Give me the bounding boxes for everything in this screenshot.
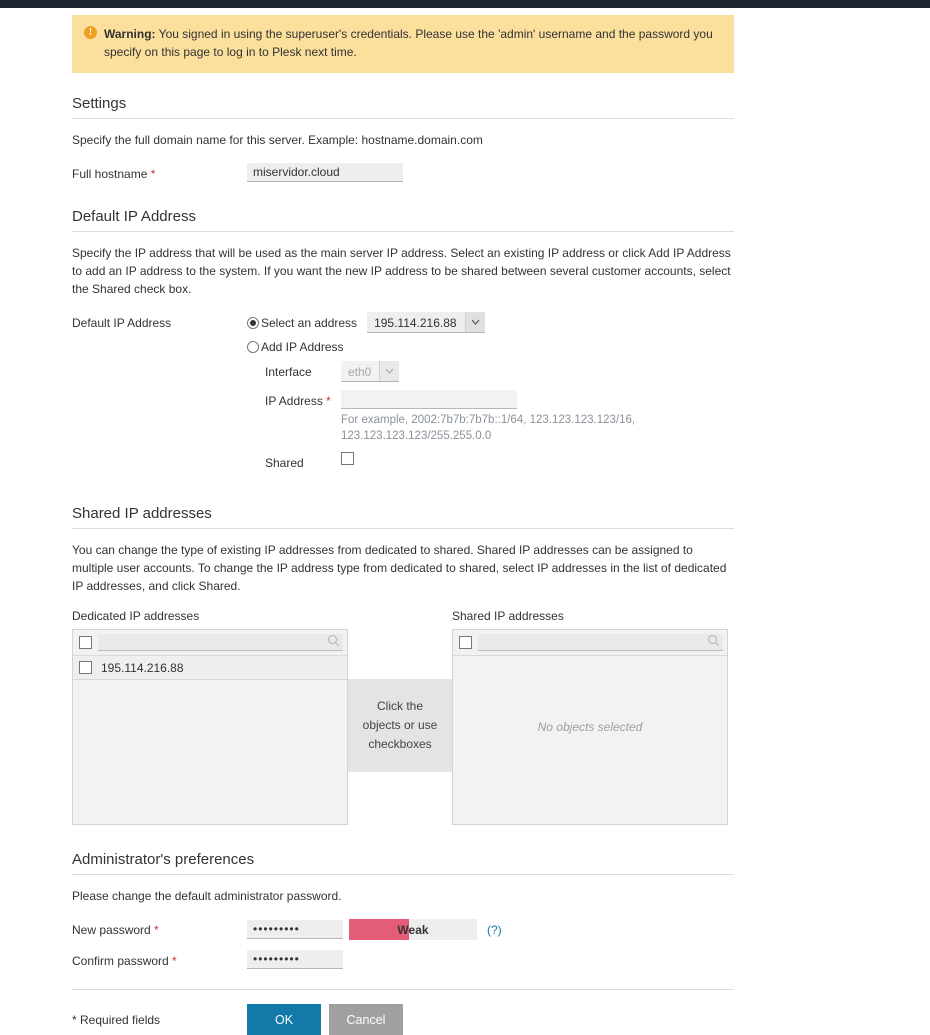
confirm-password-input[interactable] — [247, 950, 343, 969]
admin-preferences-heading: Administrator's preferences — [72, 851, 734, 875]
ok-button[interactable]: OK — [247, 1004, 321, 1035]
new-password-row: New password * Weak (?) — [72, 919, 734, 940]
interface-select[interactable]: eth0 — [341, 361, 400, 382]
top-bar — [0, 0, 930, 8]
select-address-option[interactable]: Select an address 195.114.216.88 — [247, 312, 734, 333]
dedicated-search[interactable] — [98, 634, 343, 651]
shared-label: Shared — [265, 456, 304, 470]
ip-address-hint: For example, 2002:7b7b:7b7b::1/64, 123.1… — [341, 414, 636, 442]
interface-label: Interface — [265, 365, 312, 379]
add-address-option[interactable]: Add IP Address — [247, 340, 734, 354]
dedicated-listbox: 195.114.216.88 — [72, 629, 348, 825]
default-ip-controls: Select an address 195.114.216.88 Add IP … — [247, 312, 734, 479]
admin-preferences-description: Please change the default administrator … — [72, 889, 342, 903]
shared-list-title: Shared IP addresses — [452, 609, 564, 623]
shared-ips-heading: Shared IP addresses — [72, 505, 734, 529]
password-strength-meter: Weak — [349, 919, 477, 940]
dedicated-list-header — [73, 630, 347, 656]
content-column: ! Warning: You signed in using the super… — [72, 15, 734, 1035]
settings-description: Specify the full domain name for this se… — [72, 133, 483, 147]
shared-ips-description: You can change the type of existing IP a… — [72, 543, 727, 593]
shared-list-empty-text: No objects selected — [537, 720, 643, 734]
list-item-checkbox[interactable] — [79, 661, 92, 674]
dedicated-select-all-checkbox[interactable] — [79, 636, 92, 649]
required-fields-note: * Required fields — [72, 1012, 161, 1027]
hostname-label-text: Full hostname — [72, 167, 148, 181]
search-icon[interactable] — [327, 634, 340, 650]
shared-select-all-checkbox[interactable] — [459, 636, 472, 649]
default-ip-heading: Default IP Address — [72, 208, 734, 232]
shared-list-header — [453, 630, 727, 656]
interface-control: eth0 — [341, 361, 400, 382]
cancel-button[interactable]: Cancel — [329, 1004, 403, 1035]
required-asterisk: * — [154, 923, 159, 937]
confirm-password-control — [247, 950, 734, 969]
shared-search-input[interactable] — [482, 634, 707, 650]
confirm-password-row: Confirm password * — [72, 950, 734, 969]
required-asterisk: * — [150, 167, 156, 181]
settings-heading: Settings — [72, 95, 734, 119]
search-icon[interactable] — [707, 634, 720, 650]
list-item-label: 195.114.216.88 — [101, 660, 184, 675]
dedicated-list-title: Dedicated IP addresses — [72, 609, 200, 623]
default-ip-description: Specify the IP address that will be used… — [72, 246, 731, 296]
password-strength-label: Weak — [397, 922, 429, 937]
radio-add-address-icon[interactable] — [247, 341, 259, 353]
address-select-value: 195.114.216.88 — [374, 316, 457, 330]
warning-exclamation-icon: ! — [84, 26, 97, 39]
new-password-control: Weak (?) — [247, 919, 734, 940]
shared-control — [341, 452, 354, 468]
chevron-down-icon[interactable] — [379, 361, 400, 381]
warning-banner: ! Warning: You signed in using the super… — [72, 15, 734, 73]
shared-checkbox[interactable] — [341, 452, 354, 465]
ip-address-row: IP Address * For example, 2002:7b7b:7b7b… — [265, 390, 734, 444]
add-address-label: Add IP Address — [261, 340, 344, 354]
shared-column: Shared IP addresses No objects selected — [452, 609, 728, 825]
warning-bold-prefix: Warning: — [104, 27, 156, 41]
ip-address-input[interactable] — [341, 390, 517, 409]
ip-address-label-text: IP Address — [265, 394, 323, 408]
confirm-password-label-text: Confirm password — [72, 954, 169, 968]
hostname-input[interactable] — [247, 163, 403, 182]
new-password-label: New password * — [72, 919, 247, 938]
warning-message: You signed in using the superuser's cred… — [104, 27, 713, 59]
password-help-link[interactable]: (?) — [487, 923, 502, 937]
shared-listbox: No objects selected — [452, 629, 728, 825]
ip-address-label: IP Address * — [265, 390, 341, 409]
dedicated-column: Dedicated IP addresses 195.114.216.88 — [72, 609, 348, 825]
transfer-hint: Click the objects or use checkboxes — [348, 679, 452, 772]
dedicated-search-input[interactable] — [102, 634, 327, 650]
interface-select-value: eth0 — [348, 365, 372, 379]
page-body: ! Warning: You signed in using the super… — [0, 15, 930, 1035]
add-ip-subform: Interface eth0 IP Address * For example,… — [265, 361, 734, 471]
required-asterisk: * — [172, 954, 177, 968]
hostname-row: Full hostname * — [72, 163, 734, 182]
hostname-control — [247, 163, 734, 182]
shared-row: Shared — [265, 452, 734, 471]
dual-list: Dedicated IP addresses 195.114.216.88 Cl… — [72, 609, 734, 825]
shared-search[interactable] — [478, 634, 723, 651]
confirm-password-label: Confirm password * — [72, 950, 247, 969]
new-password-label-text: New password — [72, 923, 151, 937]
radio-select-address-icon[interactable] — [247, 316, 259, 329]
list-item[interactable]: 195.114.216.88 — [73, 656, 347, 680]
new-password-input[interactable] — [247, 920, 343, 939]
form-footer: * Required fields OK Cancel — [72, 989, 734, 1035]
interface-row: Interface eth0 — [265, 361, 734, 382]
address-select[interactable]: 195.114.216.88 — [367, 312, 485, 333]
select-address-label: Select an address — [261, 315, 358, 330]
chevron-down-icon[interactable] — [464, 312, 485, 332]
required-asterisk: * — [326, 394, 331, 408]
warning-text: Warning: You signed in using the superus… — [104, 25, 722, 61]
ip-address-control: For example, 2002:7b7b:7b7b::1/64, 123.1… — [341, 390, 641, 444]
transfer-column: Click the objects or use checkboxes — [348, 609, 452, 772]
default-ip-row: Default IP Address Select an address 195… — [72, 312, 734, 479]
hostname-label: Full hostname * — [72, 163, 247, 182]
default-ip-label: Default IP Address — [72, 316, 172, 330]
